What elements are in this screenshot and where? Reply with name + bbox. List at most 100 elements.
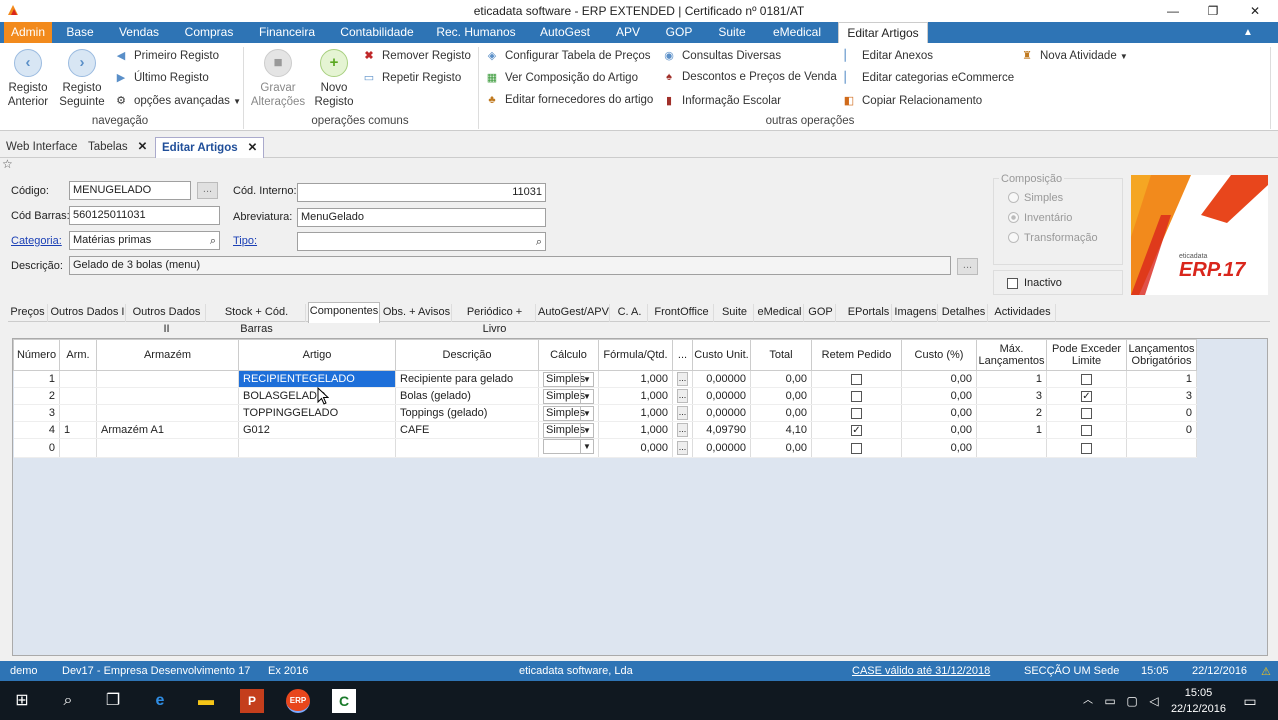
table-row[interactable]: 0 ▼ 0,000... 0,00000 0,00 0,00 <box>13 438 1197 458</box>
cell-total[interactable]: 0,00 <box>750 370 812 388</box>
close-icon[interactable]: ✕ <box>248 142 258 154</box>
cell-total[interactable]: 0,00 <box>750 404 812 422</box>
tab-ca[interactable]: C. A. <box>612 304 648 322</box>
col-formula-qtd[interactable]: Fórmula/Qtd. <box>598 339 673 371</box>
task-view-icon[interactable]: ❐ <box>101 689 125 713</box>
cell-arm[interactable] <box>59 438 97 458</box>
close-button[interactable]: ✕ <box>1240 2 1270 20</box>
cell-retem-pedido[interactable] <box>811 370 902 388</box>
cell-descricao[interactable]: CAFE <box>395 421 539 439</box>
configure-price-table-button[interactable]: ◈ Configurar Tabela de Preços <box>485 49 651 62</box>
table-row[interactable]: 3 TOPPINGGELADO Toppings (gelado) Simples ▼ 1… <box>13 404 1197 422</box>
cell-max-lancamentos[interactable]: 2 <box>976 404 1047 422</box>
retem-pedido-checkbox[interactable]: ✓ <box>851 424 862 436</box>
cell-lancamentos-obrig[interactable]: 1 <box>1126 370 1197 388</box>
edit-attachments-button[interactable]: ▏ Editar Anexos <box>842 49 933 62</box>
battery-icon[interactable]: ▭ <box>1098 689 1122 713</box>
cell-total[interactable]: 0,00 <box>750 387 812 405</box>
windows-start-icon[interactable]: ⊞ <box>10 689 34 713</box>
tab-outros-dados-ii[interactable]: Outros Dados II <box>128 304 206 335</box>
cell-ellipsis[interactable]: ... <box>672 370 693 388</box>
cell-calculo[interactable]: Simples ▼ <box>538 387 599 405</box>
table-row[interactable]: 1 RECIPIENTEGELADO Recipiente para gelado S… <box>13 370 1197 388</box>
pode-exceder-checkbox[interactable]: ✓ <box>1081 390 1092 402</box>
menu-contabilidade[interactable]: Contabilidade <box>332 22 422 43</box>
remove-record-button[interactable]: ✖ Remover Registo <box>362 49 470 62</box>
cell-calculo[interactable]: Simples ▼ <box>538 370 599 388</box>
next-record-button[interactable]: › Registo Seguinte <box>58 49 106 109</box>
cell-max-lancamentos[interactable]: 3 <box>976 387 1047 405</box>
camtasia-icon[interactable]: C <box>332 689 356 713</box>
cell-calculo[interactable]: Simples ▼ <box>538 421 599 439</box>
tab-componentes[interactable]: Componentes <box>308 302 380 323</box>
menu-base[interactable]: Base <box>58 22 102 43</box>
menu-apv[interactable]: APV <box>608 22 648 43</box>
cell-armazem[interactable]: Armazém A1 <box>96 421 239 439</box>
cell-custo-unit[interactable]: 4,09790 <box>692 421 751 439</box>
menu-vendas[interactable]: Vendas <box>112 22 166 43</box>
cell-ellipsis[interactable]: ... <box>672 404 693 422</box>
tab-emedical[interactable]: eMedical <box>756 304 804 322</box>
new-activity-button[interactable]: ♜ Nova Atividade ▼ <box>1020 49 1128 62</box>
col-lancamentos-obrig[interactable]: Lançamentos Obrigatórios <box>1126 339 1197 371</box>
cell-artigo[interactable]: RECIPIENTEGELADO <box>238 370 396 388</box>
col-arm[interactable]: Arm. <box>59 339 97 371</box>
tab-eportals[interactable]: EPortals <box>846 304 892 322</box>
cell-custo-pct[interactable]: 0,00 <box>901 438 977 458</box>
table-row[interactable]: 4 1 Armazém A1 G012 CAFE Simples ▼ 1,000... 4,09… <box>13 421 1197 439</box>
col-max-lancamentos[interactable]: Máx. Lançamentos <box>976 339 1047 371</box>
cell-formula-qtd[interactable]: 0,000 <box>598 438 673 458</box>
cell-descricao[interactable]: Recipiente para gelado <box>395 370 539 388</box>
categoria-label[interactable]: Categoria: <box>11 235 62 247</box>
calculo-dropdown[interactable]: Simples ▼ <box>543 422 594 438</box>
tab-actividades[interactable]: Actividades <box>990 304 1056 322</box>
various-queries-button[interactable]: ◉ Consultas Diversas <box>662 49 781 62</box>
cell-armazem[interactable] <box>96 404 239 422</box>
table-row[interactable]: 2 BOLASGELADO Bolas (gelado) Simples ▼ 1,000.… <box>13 387 1197 405</box>
cell-max-lancamentos[interactable] <box>976 438 1047 458</box>
cell-descricao[interactable] <box>395 438 539 458</box>
menu-editar-artigos[interactable]: Editar Artigos <box>838 22 928 43</box>
tab-precos[interactable]: Preços <box>8 304 48 322</box>
col-ellipsis[interactable]: ... <box>672 339 693 371</box>
copy-relationship-button[interactable]: ◧ Copiar Relacionamento <box>842 94 982 107</box>
status-case-link[interactable]: CASE válido até 31/12/2018 <box>852 665 990 677</box>
restore-button[interactable]: ❐ <box>1198 2 1228 20</box>
categoria-field[interactable]: Matérias primas ⌕ <box>69 231 220 250</box>
cell-descricao[interactable]: Toppings (gelado) <box>395 404 539 422</box>
col-armazem[interactable]: Armazém <box>96 339 239 371</box>
tab-web-interface[interactable]: Web Interface <box>6 137 77 158</box>
notifications-icon[interactable]: ▭ <box>1238 689 1262 713</box>
codigo-field[interactable]: MENUGELADO <box>69 181 191 200</box>
tipo-field[interactable]: ⌕ <box>297 232 546 251</box>
cell-custo-unit[interactable]: 0,00000 <box>692 387 751 405</box>
cell-arm[interactable] <box>59 370 97 388</box>
tab-outros-dados-i[interactable]: Outros Dados I <box>50 304 126 322</box>
radio-transformacao[interactable]: Transformação <box>1008 232 1098 244</box>
menu-financeira[interactable]: Financeira <box>252 22 322 43</box>
col-descricao[interactable]: Descrição <box>395 339 539 371</box>
cell-custo-pct[interactable]: 0,00 <box>901 421 977 439</box>
search-icon[interactable]: ⌕ <box>210 233 216 249</box>
menu-emedical[interactable]: eMedical <box>764 22 830 43</box>
cell-calculo[interactable]: Simples ▼ <box>538 404 599 422</box>
tab-stock-cod-barras[interactable]: Stock + Cód. Barras <box>208 304 306 335</box>
view-composition-button[interactable]: ▦ Ver Composição do Artigo <box>485 71 638 84</box>
tab-periodico-livro[interactable]: Periódico + Livro <box>454 304 536 335</box>
cell-retem-pedido[interactable] <box>811 404 902 422</box>
col-total[interactable]: Total <box>750 339 812 371</box>
warning-icon[interactable]: ⚠ <box>1261 665 1271 678</box>
new-record-button[interactable]: + Novo Registo <box>310 49 358 109</box>
cell-arm[interactable]: 1 <box>59 421 97 439</box>
col-custo-pct[interactable]: Custo (%) <box>901 339 977 371</box>
cell-artigo[interactable]: G012 <box>238 421 396 439</box>
tab-gop[interactable]: GOP <box>806 304 836 322</box>
cell-formula-qtd[interactable]: 1,000 <box>598 404 673 422</box>
col-custo-unit[interactable]: Custo Unit. <box>692 339 751 371</box>
cell-armazem[interactable] <box>96 387 239 405</box>
cell-numero[interactable]: 2 <box>13 387 60 405</box>
first-record-button[interactable]: ◀ Primeiro Registo <box>114 49 219 62</box>
ellipsis-button[interactable]: ... <box>677 389 688 403</box>
erp-app-icon[interactable]: ERP <box>286 689 310 713</box>
cell-numero[interactable]: 4 <box>13 421 60 439</box>
